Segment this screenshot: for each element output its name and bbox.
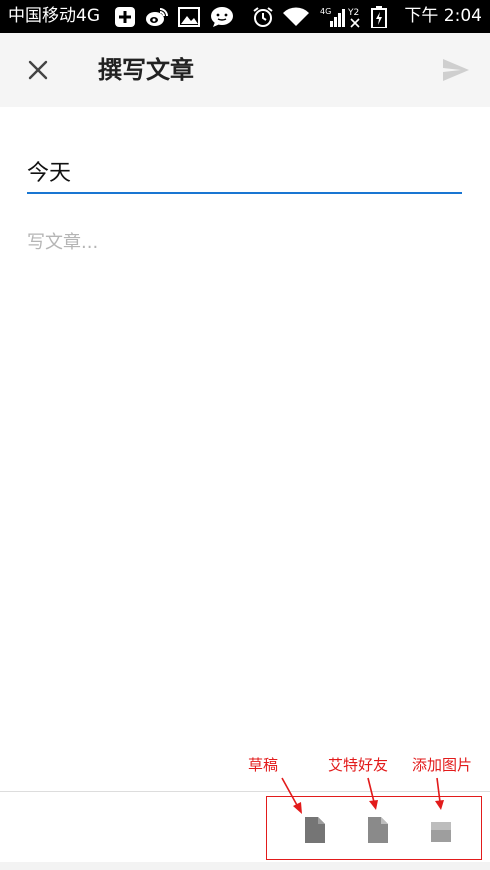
article-body-input[interactable] xyxy=(27,224,462,744)
close-button[interactable] xyxy=(18,52,58,88)
svg-text:4G: 4G xyxy=(320,7,331,16)
close-icon xyxy=(28,60,48,80)
status-time: 下午 2:04 xyxy=(404,6,482,26)
wifi-icon xyxy=(282,6,310,28)
draft-button[interactable] xyxy=(298,812,332,848)
add-image-button[interactable] xyxy=(424,812,458,848)
carrier-label: 中国移动4G xyxy=(8,6,100,26)
document-icon xyxy=(305,817,325,843)
chat-icon xyxy=(210,6,234,28)
status-bar: 中国移动4G 4G Y2 下午 2:04 xyxy=(0,0,490,33)
app-bar: 撰写文章 xyxy=(0,33,490,107)
annotation-draft: 草稿 xyxy=(248,756,279,774)
article-title-input[interactable] xyxy=(27,150,462,194)
page-title: 撰写文章 xyxy=(98,56,194,84)
send-icon xyxy=(443,59,469,81)
annotation-add-image: 添加图片 xyxy=(412,756,473,774)
sim2-icon: Y2 xyxy=(347,6,364,28)
signal-icon: 4G xyxy=(320,6,346,28)
svg-text:Y2: Y2 xyxy=(348,8,359,18)
mention-friends-button[interactable] xyxy=(361,812,395,848)
weibo-icon xyxy=(145,6,169,28)
annotation-mention-friends: 艾特好友 xyxy=(328,756,389,774)
add-icon xyxy=(114,6,136,28)
image-icon xyxy=(431,822,451,842)
alarm-icon xyxy=(252,6,274,28)
battery-icon xyxy=(371,6,387,29)
send-button[interactable] xyxy=(436,52,476,88)
document-icon xyxy=(368,817,388,843)
image-icon xyxy=(178,6,200,28)
bottom-strip xyxy=(0,862,490,870)
